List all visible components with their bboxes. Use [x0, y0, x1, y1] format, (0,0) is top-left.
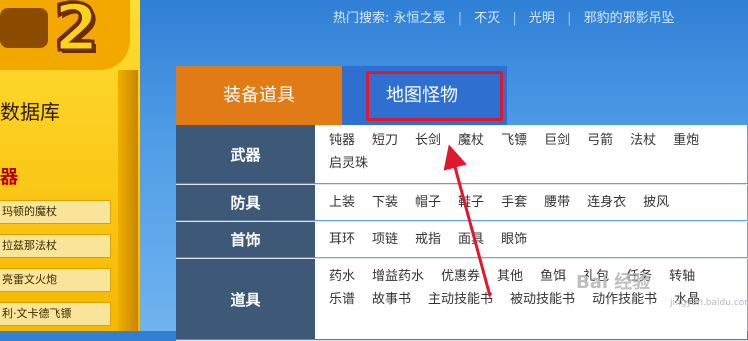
- category-link[interactable]: 故事书: [372, 288, 411, 311]
- category-link[interactable]: 钝器: [329, 129, 355, 152]
- category-table: 武器 钝器 短刀 长剑 魔杖 飞镖 巨剑 弓箭 法杖 重炮启灵珠 防具 上装 下装 帽子 鞋子 手套 腰带…: [176, 125, 748, 341]
- tab-equipment-items[interactable]: 装备道具: [176, 66, 342, 125]
- category-link[interactable]: 下装: [372, 191, 398, 214]
- category-link[interactable]: 法杖: [630, 129, 656, 152]
- tab-map-monsters[interactable]: 地图怪物: [386, 71, 458, 121]
- sidebar-item[interactable]: 利·文卡德飞镖: [0, 302, 111, 326]
- category-link[interactable]: 被动技能书: [510, 288, 575, 311]
- hot-search-link[interactable]: 不灭: [474, 11, 500, 26]
- row-items-accessories: 耳环 项链 戒指 面具 眼饰: [315, 222, 747, 257]
- category-link[interactable]: 优惠券: [441, 265, 480, 288]
- category-link[interactable]: 弓箭: [587, 129, 613, 152]
- category-link[interactable]: 转轴: [669, 265, 695, 288]
- category-link[interactable]: 增益药水: [372, 265, 424, 288]
- hot-search-link[interactable]: 永恒之冕: [394, 11, 446, 26]
- category-link[interactable]: 鞋子: [458, 191, 484, 214]
- watermark-url: jingyan.baidu.com: [670, 298, 748, 308]
- category-link[interactable]: 手套: [501, 191, 527, 214]
- sidebar-item[interactable]: 亮雷文火炮: [0, 268, 111, 292]
- category-link[interactable]: 长剑: [415, 129, 441, 152]
- category-link[interactable]: 面具: [458, 228, 484, 251]
- category-link[interactable]: 魔杖: [458, 129, 484, 152]
- item-database-panel: 装备道具 地图怪物 武器 钝器 短刀 长剑 魔杖 飞镖 巨剑 弓箭 法杖 重炮启灵珠 防具 上装…: [176, 66, 748, 341]
- logo-fragment: [0, 8, 48, 48]
- sidebar-edge: [118, 70, 138, 331]
- divider: |: [567, 11, 572, 26]
- row-label-accessories: 首饰: [176, 222, 315, 258]
- category-link[interactable]: 启灵珠: [329, 152, 368, 175]
- category-link[interactable]: 耳环: [329, 228, 355, 251]
- category-link[interactable]: 乐谱: [329, 288, 355, 311]
- sidebar-item[interactable]: 玛顿的魔杖: [0, 200, 111, 224]
- sidebar-item[interactable]: 拉兹那法杖: [0, 234, 111, 258]
- category-link[interactable]: 重炮: [673, 129, 699, 152]
- hot-search-link[interactable]: 邪豹的邪影吊坠: [584, 11, 675, 26]
- category-link[interactable]: 连身衣: [587, 191, 626, 214]
- category-link[interactable]: 短刀: [372, 129, 398, 152]
- database-title: 数据库: [0, 100, 60, 124]
- category-link[interactable]: 上装: [329, 191, 355, 214]
- table-row: 道具 药水 增益药水 优惠券 其他 鱼饵 礼包 任务 转轴乐谱 故事书 主动技能书 被动技能书 动作技…: [176, 259, 748, 341]
- table-row: 武器 钝器 短刀 长剑 魔杖 飞镖 巨剑 弓箭 法杖 重炮启灵珠: [176, 125, 748, 185]
- row-label-items: 道具: [176, 259, 315, 340]
- row-items-armor: 上装 下装 帽子 鞋子 手套 腰带 连身衣 披风: [315, 185, 747, 220]
- table-row: 防具 上装 下装 帽子 鞋子 手套 腰带 连身衣 披风: [176, 185, 748, 222]
- category-link[interactable]: 眼饰: [501, 228, 527, 251]
- category-link[interactable]: 主动技能书: [428, 288, 493, 311]
- category-link[interactable]: 鱼饵: [540, 265, 566, 288]
- category-link[interactable]: 其他: [497, 265, 523, 288]
- sidebar-category-title: 器: [0, 167, 18, 188]
- divider: |: [512, 11, 517, 26]
- category-link[interactable]: 药水: [329, 265, 355, 288]
- row-items-weapons: 钝器 短刀 长剑 魔杖 飞镖 巨剑 弓箭 法杖 重炮启灵珠: [315, 125, 747, 183]
- hot-search-label: 热门搜索:: [333, 11, 390, 26]
- category-link[interactable]: 帽子: [415, 191, 441, 214]
- row-label-weapons: 武器: [176, 125, 315, 184]
- category-link[interactable]: 披风: [643, 191, 669, 214]
- hot-search-link[interactable]: 光明: [529, 11, 555, 26]
- hot-search-bar: 热门搜索: 永恒之冕 | 不灭 | 光明 | 邪豹的邪影吊坠: [333, 7, 675, 26]
- sidebar-item-list: 玛顿的魔杖 拉兹那法杖 亮雷文火炮 利·文卡德飞镖: [0, 200, 111, 336]
- watermark-logo: Bai 经验: [576, 272, 651, 293]
- category-link[interactable]: 项链: [372, 228, 398, 251]
- row-label-armor: 防具: [176, 185, 315, 221]
- category-link[interactable]: 飞镖: [501, 129, 527, 152]
- divider: |: [457, 11, 463, 26]
- category-link[interactable]: 腰带: [544, 191, 570, 214]
- category-link[interactable]: 巨剑: [544, 129, 570, 152]
- category-link[interactable]: 戒指: [415, 228, 441, 251]
- game-logo: 2: [53, 0, 101, 68]
- table-row: 首饰 耳环 项链 戒指 面具 眼饰: [176, 222, 748, 259]
